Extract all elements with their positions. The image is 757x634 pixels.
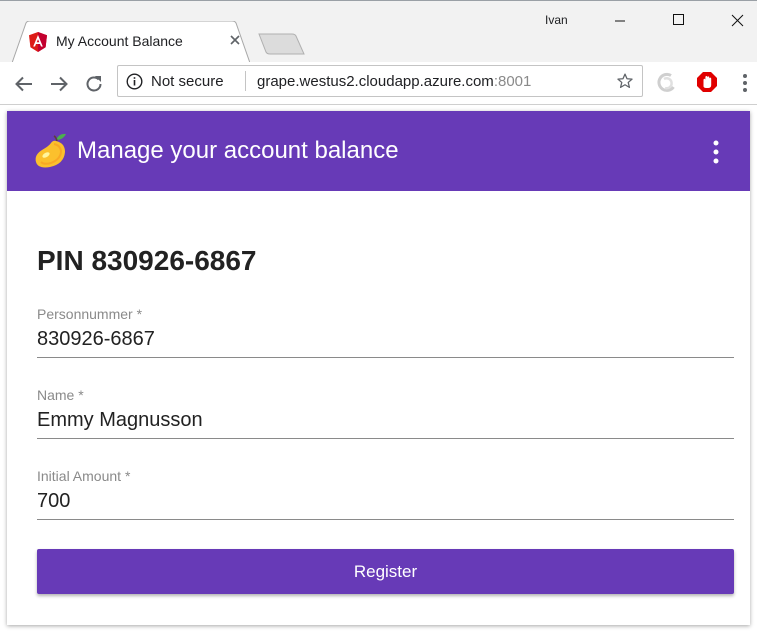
profile-name[interactable]: Ivan [545,13,568,27]
close-tab-icon[interactable] [228,33,242,47]
tab-title: My Account Balance [56,33,183,49]
initial-amount-field: Initial Amount * [37,468,734,520]
maximize-icon[interactable] [658,7,698,35]
angular-icon [29,32,47,52]
personnummer-input[interactable] [37,324,734,354]
forward-icon[interactable] [47,72,71,96]
app-toolbar: Manage your account balance [7,111,750,191]
browser-titlebar: My Account Balance Ivan [0,0,757,63]
register-button[interactable]: Register [37,549,734,594]
info-icon[interactable] [126,73,143,90]
browser-tab[interactable]: My Account Balance [12,21,250,63]
personnummer-field: Personnummer * [37,306,734,358]
url-port: :8001 [493,73,532,90]
back-icon[interactable] [12,72,36,96]
address-separator [245,71,246,91]
adblock-icon[interactable] [696,71,718,93]
initial-amount-input[interactable] [37,486,734,516]
mango-icon [35,133,66,168]
app-title: Manage your account balance [77,137,399,164]
extension-icon[interactable] [656,72,678,94]
field-underline [37,357,734,358]
page-heading: PIN 830926-6867 [37,245,257,276]
name-field: Name * [37,387,734,439]
field-underline [37,519,734,520]
browser-toolbar: Not secure grape.westus2.cloudapp.azure.… [0,62,757,105]
personnummer-label: Personnummer * [37,306,143,322]
minimize-icon[interactable] [600,7,640,35]
app-card: Manage your account balance PIN 830926-6… [7,111,750,625]
reload-icon[interactable] [82,72,106,96]
url-text[interactable]: grape.westus2.cloudapp.azure.com:8001 [257,73,531,90]
browser-menu-icon[interactable] [740,72,750,94]
field-underline [37,438,734,439]
security-status[interactable]: Not secure [151,73,224,90]
more-vert-icon[interactable] [709,139,723,165]
close-window-icon[interactable] [717,7,757,35]
initial-amount-label: Initial Amount * [37,468,131,484]
name-input[interactable] [37,405,734,435]
new-tab-button[interactable] [258,33,306,55]
address-bar[interactable]: Not secure grape.westus2.cloudapp.azure.… [117,65,643,97]
name-label: Name * [37,387,84,403]
bookmark-star-icon[interactable] [616,72,634,90]
url-host: grape.westus2.cloudapp.azure.com [257,73,494,90]
